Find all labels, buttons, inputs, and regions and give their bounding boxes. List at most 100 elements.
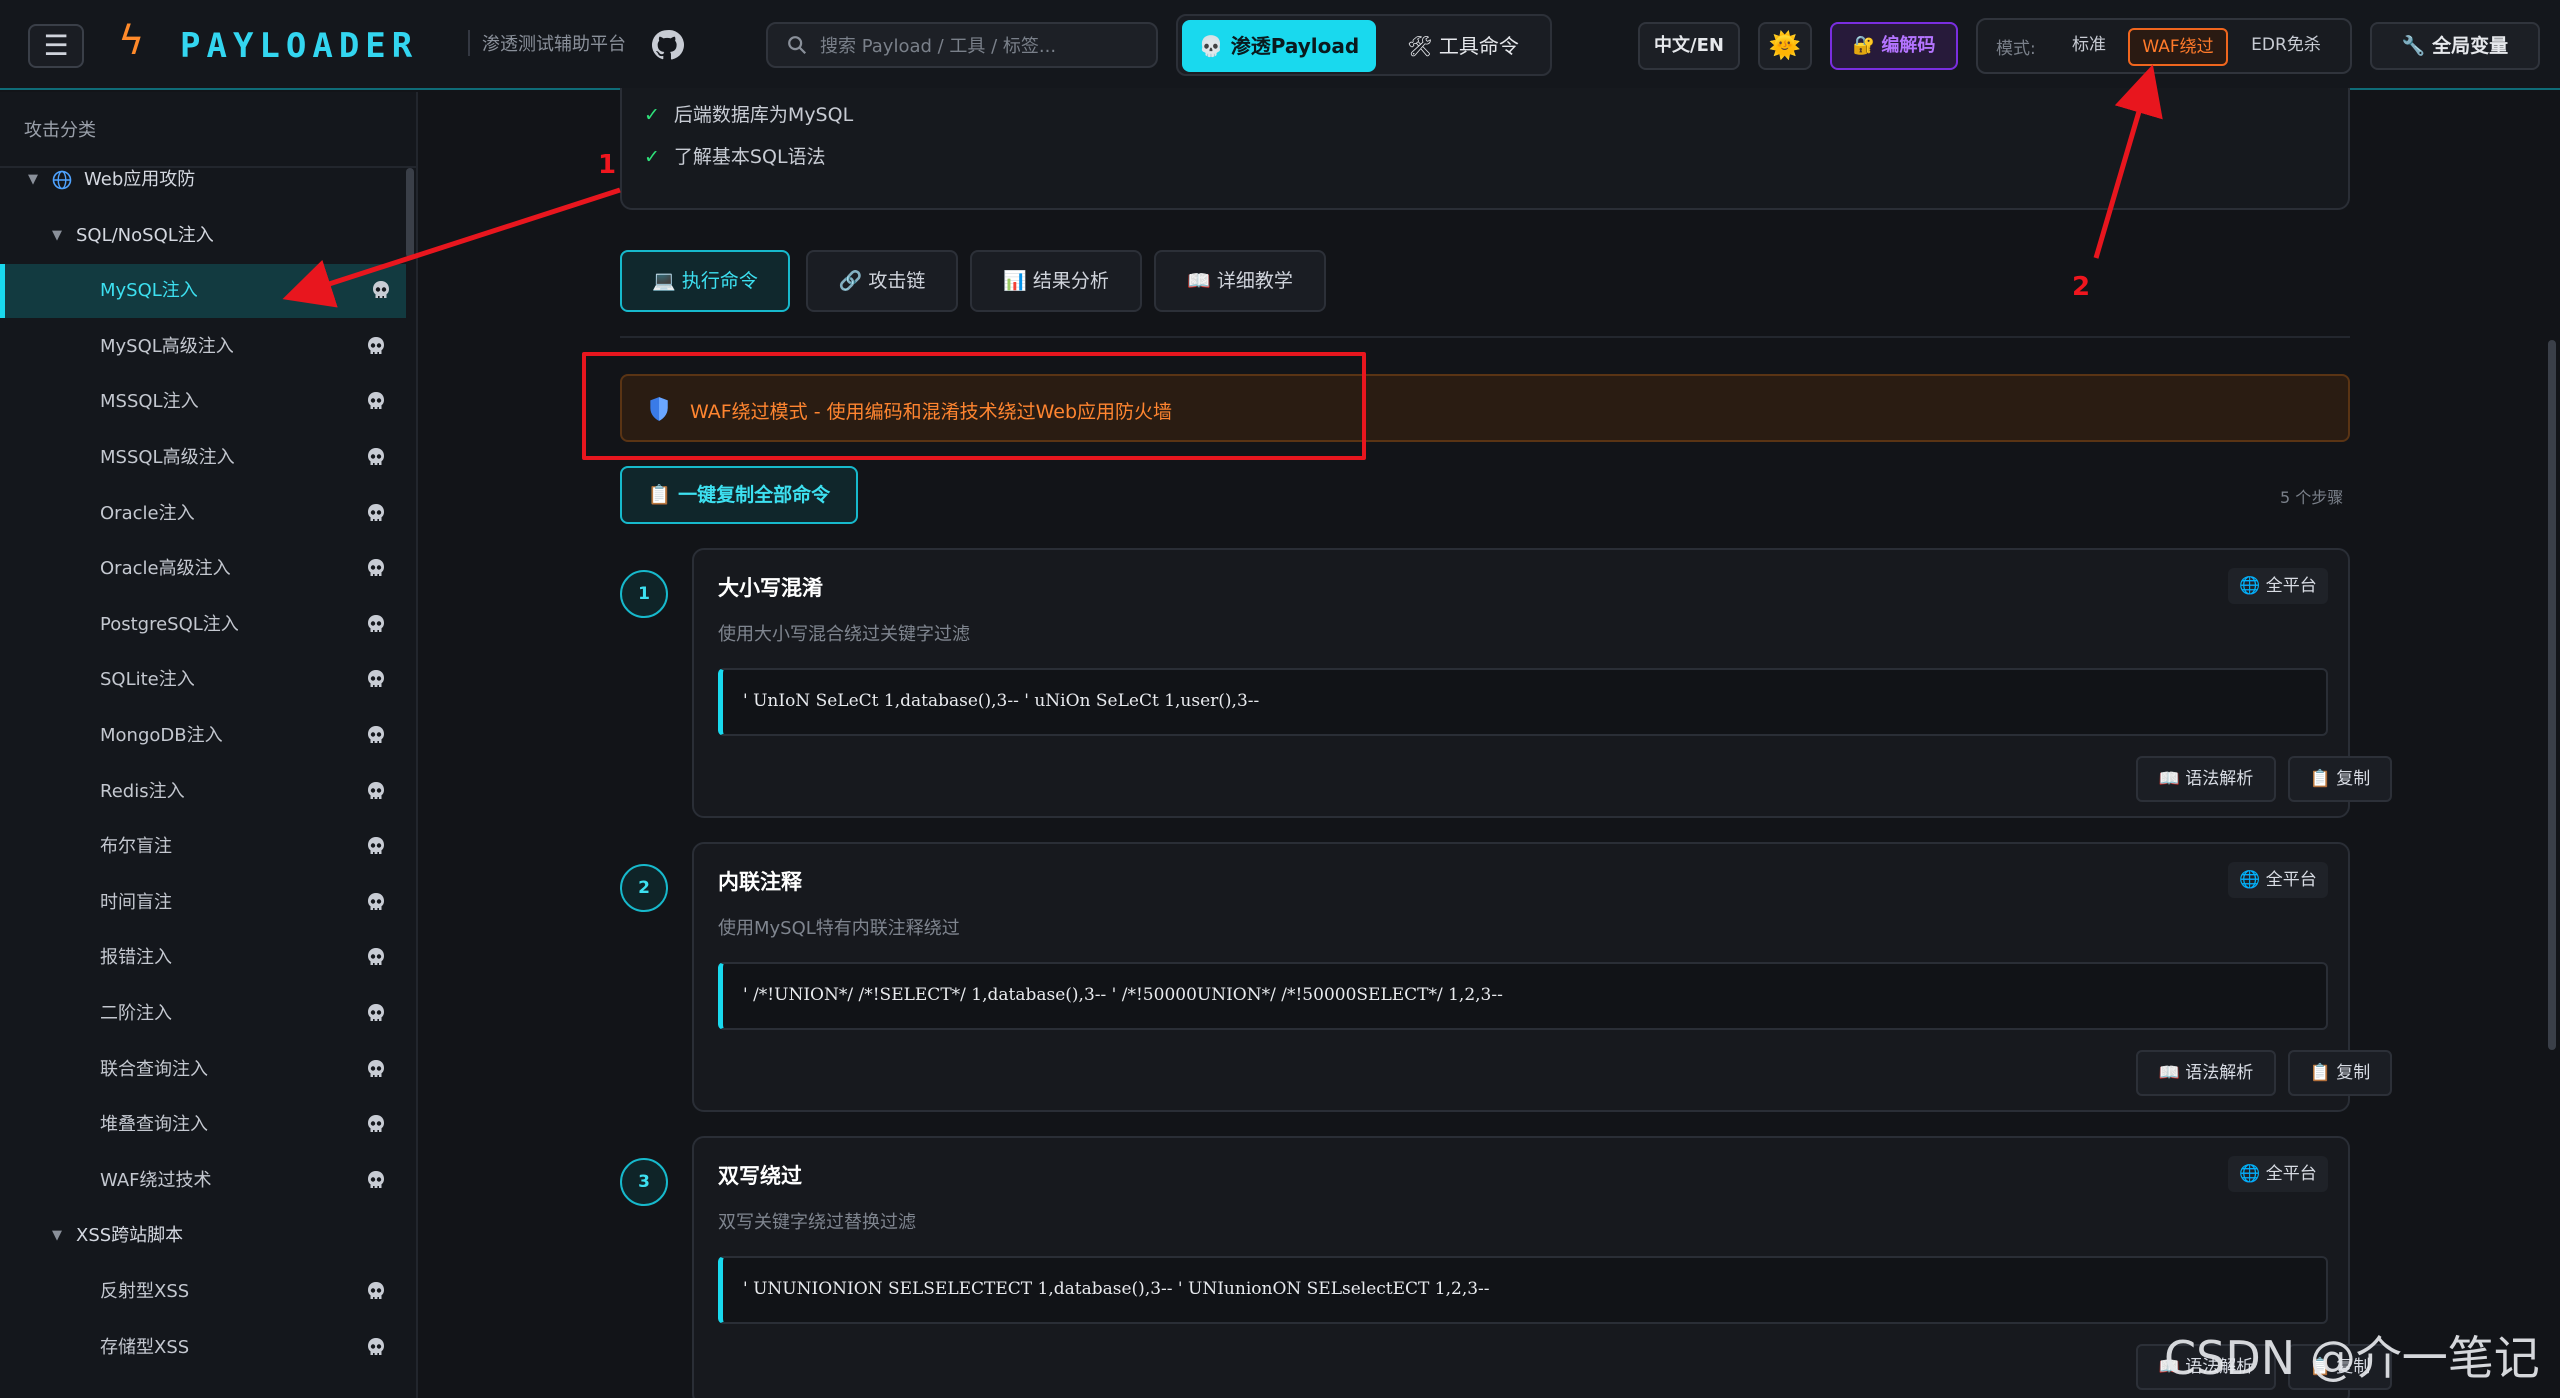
platform-badge: 🌐 全平台	[2228, 568, 2328, 604]
search-icon	[788, 36, 807, 55]
payload-mode-button[interactable]: 💀 渗透Payload	[1182, 20, 1376, 72]
search-input[interactable]	[820, 32, 1140, 60]
lightning-logo-icon: ϟ	[118, 18, 145, 64]
sidebar-item[interactable]: 报错注入	[0, 931, 406, 985]
skull-icon	[368, 503, 384, 521]
expand-triangle-icon[interactable]: ▼	[52, 1209, 62, 1263]
copy-button[interactable]: 📋 复制	[2288, 756, 2392, 802]
sidebar-item[interactable]: PostgreSQL注入	[0, 598, 406, 652]
step-number-badge: 3	[620, 1158, 668, 1206]
skull-icon	[368, 392, 384, 410]
payload-code-block[interactable]: ' UNUNIONION SELSELECTECT 1,database(),3…	[718, 1256, 2328, 1324]
encoder-button[interactable]: 🔐 编解码	[1830, 22, 1958, 70]
tab-result-analysis[interactable]: 📊 结果分析	[970, 250, 1142, 312]
step-title: 大小写混淆	[718, 576, 823, 600]
tool-command-mode-button[interactable]: 🛠 工具命令	[1378, 20, 1548, 72]
step-card: 大小写混淆 使用大小写混合绕过关键字过滤 🌐 全平台 ' UnIoN SeLeC…	[692, 548, 2392, 818]
payload-code-block[interactable]: ' /*!UNION*/ /*!SELECT*/ 1,database(),3-…	[718, 962, 2328, 1030]
payload-code-block[interactable]: ' UnIoN SeLeCt 1,database(),3-- ' uNiOn …	[718, 668, 2328, 736]
sidebar-item[interactable]: MSSQL高级注入	[0, 431, 406, 485]
sidebar-item[interactable]: WAF绕过技术	[0, 1154, 406, 1208]
tab-attack-chain[interactable]: 🔗 攻击链	[806, 250, 958, 312]
tab-detailed-tutorial[interactable]: 📖 详细教学	[1154, 250, 1326, 312]
sidebar-item[interactable]: Oracle注入	[0, 487, 406, 541]
annotation-number-1: 1	[598, 150, 617, 180]
step-description: 双写关键字绕过替换过滤	[718, 1212, 916, 1233]
top-bar: ☰ ϟ PAYLOADER 渗透测试辅助平台 💀 渗透Payload 🛠 工具命…	[0, 0, 2560, 90]
skull-icon	[368, 336, 384, 354]
skull-icon	[368, 892, 384, 910]
search-box[interactable]	[766, 22, 1158, 68]
syntax-analysis-button[interactable]: 📖 语法解析	[2136, 1050, 2276, 1096]
prerequisite-item: ✓ 了解基本SQL语法	[644, 142, 826, 169]
platform-label: 全平台	[2265, 1164, 2317, 1184]
sidebar-category[interactable]: ▼ Web应用攻防	[0, 153, 406, 207]
sidebar-item[interactable]: MSSQL注入	[0, 375, 406, 429]
sidebar-item[interactable]: Redis注入	[0, 765, 406, 819]
prerequisite-text: 了解基本SQL语法	[673, 146, 826, 168]
syntax-analysis-button[interactable]: 📖 语法解析	[2136, 756, 2276, 802]
sidebar-category[interactable]: ▼ SQL/NoSQL注入	[0, 209, 406, 263]
tab-divider	[620, 336, 2350, 338]
skull-icon	[368, 1282, 384, 1299]
sidebar-item[interactable]: 存储型XSS	[0, 1321, 406, 1375]
sidebar-item[interactable]: MySQL注入	[0, 264, 406, 319]
sidebar-item[interactable]: 布尔盲注	[0, 820, 406, 874]
sidebar-title: 攻击分类	[24, 120, 96, 141]
skull-icon	[368, 1337, 384, 1355]
sidebar-item[interactable]: 时间盲注	[0, 876, 406, 930]
step-description: 使用大小写混合绕过关键字过滤	[718, 624, 970, 645]
sidebar-item[interactable]: 反射型XSS	[0, 1265, 406, 1319]
category-sidebar: 攻击分类 ▼ Web应用攻防 ▼ SQL/NoSQL注入 MySQL注入 MySQL高级注…	[0, 92, 418, 1398]
main-content: ✓ 后端数据库为MySQL ✓ 了解基本SQL语法 💻 执行命令 🔗 攻击链 📊 结…	[420, 88, 2560, 1398]
global-variables-button[interactable]: 🔧 全局变量	[2370, 22, 2540, 70]
platform-label: 全平台	[2265, 870, 2317, 890]
mode-standard-option[interactable]: 标准	[2054, 28, 2124, 66]
step-card: 内联注释 使用MySQL特有内联注释绕过 🌐 全平台 ' /*!UNION*/ …	[692, 842, 2392, 1112]
prerequisite-text: 后端数据库为MySQL	[673, 104, 854, 126]
expand-triangle-icon[interactable]: ▼	[28, 153, 38, 207]
sidebar-item[interactable]: 堆叠查询注入	[0, 1098, 406, 1152]
language-toggle-button[interactable]: 中文/EN	[1638, 22, 1740, 70]
hamburger-menu-button[interactable]: ☰	[28, 24, 84, 68]
app-logo-text: PAYLOADER	[180, 26, 419, 66]
platform-badge: 🌐 全平台	[2228, 862, 2328, 898]
github-icon[interactable]	[650, 28, 684, 62]
expand-triangle-icon[interactable]: ▼	[52, 209, 62, 263]
sidebar-item[interactable]: MySQL高级注入	[0, 320, 406, 374]
theme-sun-icon[interactable]: 🌞	[1758, 22, 1812, 70]
skull-icon	[368, 726, 384, 743]
skull-icon	[368, 837, 384, 855]
sidebar-item[interactable]: SQLite注入	[0, 653, 406, 707]
sidebar-item[interactable]: Oracle高级注入	[0, 542, 406, 596]
step-count: 5 个步骤	[2280, 488, 2344, 507]
step-number-badge: 1	[620, 570, 668, 618]
mode-label: 模式:	[1996, 39, 2036, 59]
sidebar-category-label: XSS跨站脚本	[76, 1225, 184, 1247]
mode-selector: 模式: 标准 WAF绕过 EDR免杀	[1976, 18, 2352, 74]
sidebar-item-label: 二阶注入	[100, 1003, 172, 1024]
sidebar-item-label: 时间盲注	[100, 891, 172, 913]
main-scrollbar[interactable]	[2548, 340, 2556, 1050]
step-description: 使用MySQL特有内联注释绕过	[718, 918, 960, 939]
skull-icon	[368, 559, 384, 577]
sidebar-category[interactable]: ▼ XSS跨站脚本	[0, 1209, 406, 1263]
sidebar-item-label: SQLite注入	[100, 669, 195, 691]
sidebar-item[interactable]: 联合查询注入	[0, 1043, 406, 1097]
sidebar-item-label: PostgreSQL注入	[100, 613, 239, 635]
sidebar-item-label: MySQL注入	[100, 280, 198, 302]
skull-icon	[368, 614, 384, 632]
mode-edr-evasion-option[interactable]: EDR免杀	[2236, 28, 2336, 66]
mode-waf-bypass-option[interactable]: WAF绕过	[2128, 28, 2228, 66]
sidebar-item[interactable]: MongoDB注入	[0, 709, 406, 763]
sidebar-category-label: Web应用攻防	[84, 169, 196, 190]
sidebar-item[interactable]: 二阶注入	[0, 987, 406, 1041]
sidebar-scrollbar[interactable]	[406, 168, 414, 258]
sidebar-item-label: 存储型XSS	[100, 1336, 190, 1358]
copy-all-commands-button[interactable]: 📋 一键复制全部命令	[620, 466, 858, 524]
globe-icon: 🌐	[2239, 576, 2261, 596]
tab-execute-command[interactable]: 💻 执行命令	[620, 250, 790, 312]
copy-button[interactable]: 📋 复制	[2288, 1050, 2392, 1096]
sidebar-item-label: MongoDB注入	[100, 725, 223, 746]
platform-label: 全平台	[2265, 576, 2317, 596]
